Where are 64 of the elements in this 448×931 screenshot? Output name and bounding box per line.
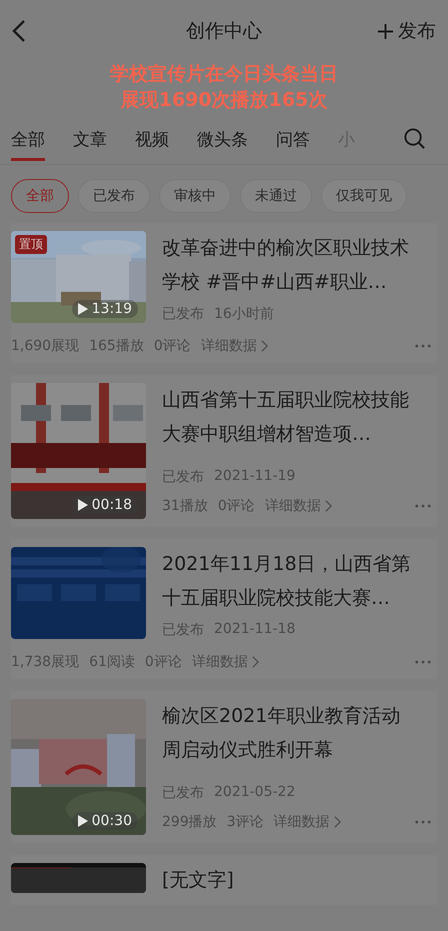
post-title: [无文字]: [162, 868, 235, 893]
publish-button[interactable]: 发布: [377, 18, 436, 44]
chevron-icon: [260, 340, 268, 352]
duration-text: 13:19: [92, 301, 132, 317]
more-icon[interactable]: [415, 660, 431, 664]
post-card[interactable]: 置顶 13:19 改革奋进中的榆次区职业技术学校 #晋中#山西#职业… 已发布 16小时前 1,690展现 165播放 0评论 详细数据: [11, 223, 437, 363]
post-card[interactable]: 00:30 榆次区2021年职业教育活动周启动仪式胜利开幕 已发布 2021-05-22 299播放 3评论 详细数据: [11, 691, 437, 843]
status-text: 已发布: [162, 468, 204, 486]
stat-text: 0评论: [144, 653, 182, 671]
play-icon: [78, 499, 88, 511]
stat-text: 0评论: [154, 337, 191, 355]
post-card[interactable]: 2021年11月18日，山西省第十五届职业院校技能大赛… 已发布 2021-11-18 1,738展现 61阅读 0评论 详细数据: [11, 539, 437, 679]
chevron-icon: [324, 500, 332, 512]
time-text: 16小时前: [214, 305, 274, 323]
tab[interactable]: 文章: [73, 118, 107, 160]
back-icon[interactable]: [12, 19, 26, 43]
chevron-icon: [252, 656, 259, 668]
stat-text: 1,738展现: [11, 653, 80, 671]
plus-icon: [377, 22, 394, 40]
post-title: 2021年11月18日，山西省第十五届职业院校技能大赛…: [162, 552, 412, 611]
details-link[interactable]: 详细数据: [200, 337, 268, 355]
tab[interactable]: 视频: [135, 118, 169, 160]
post-title: 山西省第十五届职业院校技能大赛中职组增材智造项…: [162, 388, 410, 447]
details-link[interactable]: 详细数据: [264, 496, 332, 515]
details-link[interactable]: 详细数据: [192, 653, 259, 671]
duration-text: 00:18: [92, 497, 132, 513]
status-text: 已发布: [162, 305, 204, 323]
time-text: 2021-11-19: [214, 468, 296, 486]
filter-chip[interactable]: 未通过: [240, 179, 312, 213]
tab[interactable]: 微头条: [197, 118, 248, 160]
more-icon[interactable]: [415, 504, 431, 508]
play-icon: [78, 815, 88, 827]
pinned-badge: 置顶: [15, 235, 47, 254]
time-text: 2021-11-18: [214, 621, 296, 639]
post-title: 改革奋进中的榆次区职业技术学校 #晋中#山西#职业…: [162, 236, 410, 295]
filter-chip[interactable]: 全部: [11, 179, 69, 213]
duration-text: 00:30: [92, 813, 132, 829]
post-card[interactable]: 00:18 山西省第十五届职业院校技能大赛中职组增材智造项… 已发布 2021-11-19 31播放 0评论 详细数据: [11, 375, 437, 527]
post-card[interactable]: [无文字]: [11, 855, 437, 905]
time-text: 2021-05-22: [214, 784, 296, 802]
stat-text: 1,690展现: [11, 337, 80, 355]
post-title: 榆次区2021年职业教育活动周启动仪式胜利开幕: [162, 704, 402, 763]
chevron-icon: [334, 816, 341, 828]
search-icon[interactable]: [403, 127, 426, 150]
page-title: 创作中心: [186, 19, 262, 44]
filter-chip[interactable]: 仅我可见: [321, 179, 407, 213]
caption-text: 学校宣传片在今日头条当日: [110, 62, 338, 86]
more-icon[interactable]: [415, 344, 431, 348]
status-text: 已发布: [162, 784, 204, 802]
stat-text: 299播放: [162, 812, 217, 831]
tab[interactable]: 问答: [276, 118, 310, 160]
stat-text: 0评论: [218, 496, 255, 515]
filter-chip[interactable]: 审核中: [159, 179, 231, 213]
stat-text: 61阅读: [89, 653, 135, 671]
status-text: 已发布: [162, 621, 204, 639]
filter-chip[interactable]: 已发布: [78, 179, 150, 213]
tab[interactable]: 全部: [11, 118, 45, 160]
more-icon[interactable]: [415, 820, 431, 824]
play-icon: [78, 303, 88, 315]
stat-text: 165播放: [89, 337, 144, 355]
caption-text: 展现1690次播放165次: [120, 88, 328, 112]
details-link[interactable]: 详细数据: [274, 812, 341, 831]
stat-text: 31播放: [162, 496, 208, 515]
stat-text: 3评论: [226, 812, 264, 831]
